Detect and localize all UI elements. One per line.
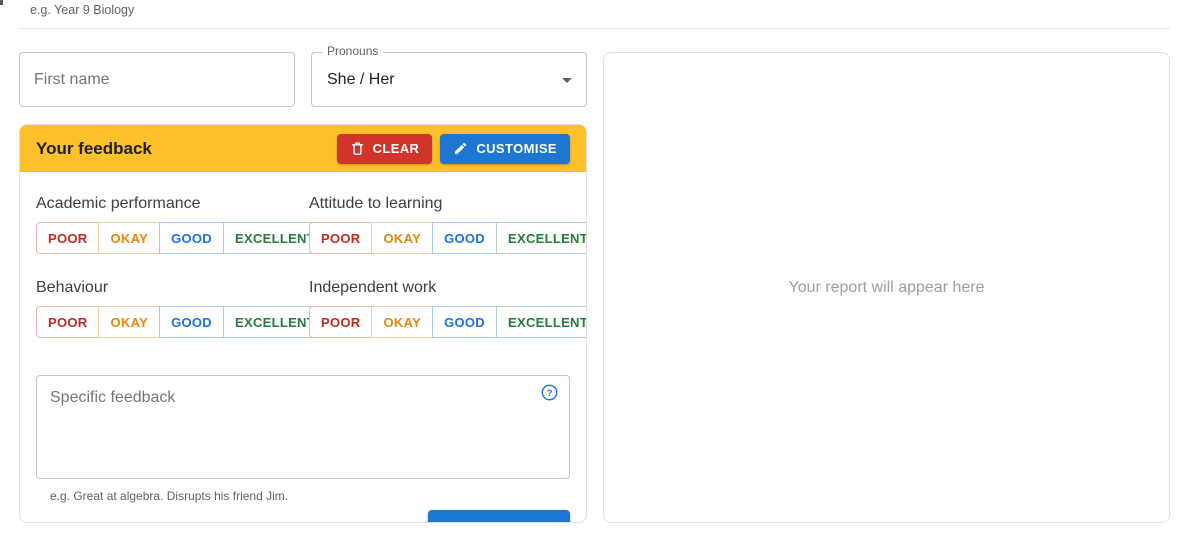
rating-label: Behaviour	[36, 279, 309, 297]
specific-feedback-hint: e.g. Great at algebra. Disrupts his frie…	[50, 489, 570, 503]
pencil-icon	[453, 141, 468, 156]
feedback-body: Academic performance POOR OKAY GOOD EXCE…	[20, 172, 586, 523]
write-report-button[interactable]: WRITE REPORT	[428, 510, 570, 523]
rating-field-behaviour: Behaviour POOR OKAY GOOD EXCELLENT	[36, 279, 309, 338]
dropdown-caret-icon	[562, 78, 572, 83]
trash-icon	[350, 141, 365, 156]
actions-row: WRITE REPORT	[36, 510, 570, 523]
pronouns-selected-value: She / Her	[327, 71, 395, 89]
customise-button-label: CUSTOMISE	[476, 141, 557, 156]
rating-label: Academic performance	[36, 195, 309, 213]
rating-option-poor[interactable]: POOR	[309, 306, 372, 338]
rating-toggle-group: POOR OKAY GOOD EXCELLENT	[309, 306, 587, 338]
class-name-hint: e.g. Year 9 Biology	[30, 3, 134, 17]
help-icon[interactable]: ?	[541, 384, 558, 401]
rating-option-excellent[interactable]: EXCELLENT	[496, 222, 587, 254]
rating-toggle-group: POOR OKAY GOOD EXCELLENT	[36, 306, 327, 338]
first-name-field-wrap	[19, 52, 295, 107]
rating-field-academic-performance: Academic performance POOR OKAY GOOD EXCE…	[36, 195, 309, 254]
rating-option-okay[interactable]: OKAY	[371, 306, 433, 338]
specific-feedback-wrap: ?	[36, 375, 570, 484]
rating-label: Attitude to learning	[309, 195, 587, 213]
rating-option-good[interactable]: GOOD	[432, 222, 497, 254]
rating-label: Independent work	[309, 279, 587, 297]
rating-field-independent-work: Independent work POOR OKAY GOOD EXCELLEN…	[309, 279, 587, 338]
ratings-grid: Academic performance POOR OKAY GOOD EXCE…	[36, 195, 570, 363]
pronouns-label: Pronouns	[322, 44, 383, 58]
feedback-card: Your feedback CLEAR CUSTOMISE	[19, 124, 587, 523]
rating-toggle-group: POOR OKAY GOOD EXCELLENT	[36, 222, 327, 254]
rating-option-okay[interactable]: OKAY	[98, 222, 160, 254]
page: e.g. Year 9 Biology Pronouns She / Her Y…	[0, 0, 1178, 560]
report-panel: Your report will appear here	[603, 52, 1170, 523]
feedback-title: Your feedback	[36, 139, 329, 159]
rating-option-poor[interactable]: POOR	[36, 222, 99, 254]
rating-option-poor[interactable]: POOR	[309, 222, 372, 254]
feedback-header: Your feedback CLEAR CUSTOMISE	[20, 125, 586, 172]
corner-artifact	[0, 0, 3, 5]
rating-option-okay[interactable]: OKAY	[98, 306, 160, 338]
rating-option-okay[interactable]: OKAY	[371, 222, 433, 254]
first-name-input[interactable]	[19, 52, 295, 107]
customise-button[interactable]: CUSTOMISE	[440, 134, 570, 164]
svg-text:?: ?	[547, 388, 553, 399]
specific-feedback-textarea[interactable]	[36, 375, 570, 479]
rating-toggle-group: POOR OKAY GOOD EXCELLENT	[309, 222, 587, 254]
clear-button[interactable]: CLEAR	[337, 134, 433, 164]
clear-button-label: CLEAR	[373, 141, 420, 156]
rating-option-excellent[interactable]: EXCELLENT	[496, 306, 587, 338]
rating-option-good[interactable]: GOOD	[159, 306, 224, 338]
rating-field-attitude-to-learning: Attitude to learning POOR OKAY GOOD EXCE…	[309, 195, 587, 254]
rating-option-good[interactable]: GOOD	[159, 222, 224, 254]
report-placeholder-text: Your report will appear here	[789, 279, 985, 297]
divider	[19, 28, 1170, 29]
rating-option-poor[interactable]: POOR	[36, 306, 99, 338]
rating-option-good[interactable]: GOOD	[432, 306, 497, 338]
pronouns-select[interactable]: Pronouns She / Her	[311, 52, 587, 107]
